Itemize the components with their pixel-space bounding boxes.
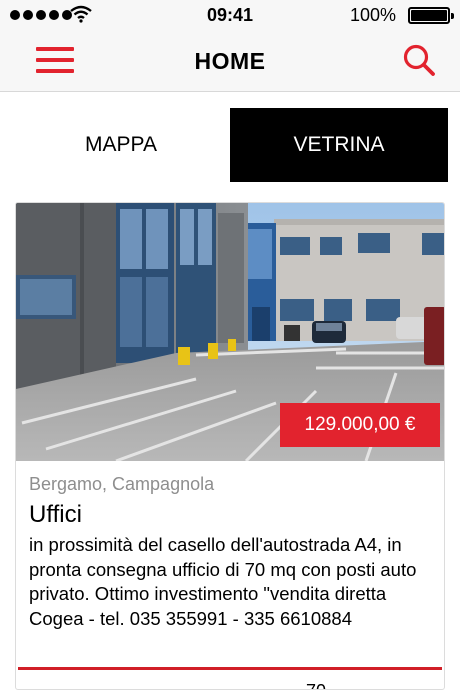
tab-vetrina[interactable]: VETRINA: [230, 108, 448, 182]
next-listing-peek: 70: [306, 681, 326, 689]
search-icon[interactable]: [402, 43, 436, 77]
listing-location: Bergamo, Campagnola: [29, 474, 215, 494]
price-badge[interactable]: 129.000,00 €: [280, 403, 440, 447]
listing-description: in prossimità del casello dell'autostrad…: [29, 534, 417, 629]
page-title: HOME: [194, 48, 266, 74]
listing-card[interactable]: 129.000,00 € Bergamo, Campagnola Uffici …: [15, 202, 445, 690]
view-tabs: MAPPA VETRINA: [0, 108, 460, 182]
tab-mappa[interactable]: MAPPA: [12, 108, 230, 182]
battery-percentage: 100%: [349, 5, 396, 25]
navigation-bar: HOME: [0, 30, 460, 92]
card-divider: [18, 667, 442, 670]
listing-photo[interactable]: 129.000,00 €: [16, 203, 444, 461]
status-bar: 09:41 100%: [0, 0, 460, 30]
battery-icon: [408, 7, 454, 24]
listing-title[interactable]: Uffici: [29, 501, 82, 529]
